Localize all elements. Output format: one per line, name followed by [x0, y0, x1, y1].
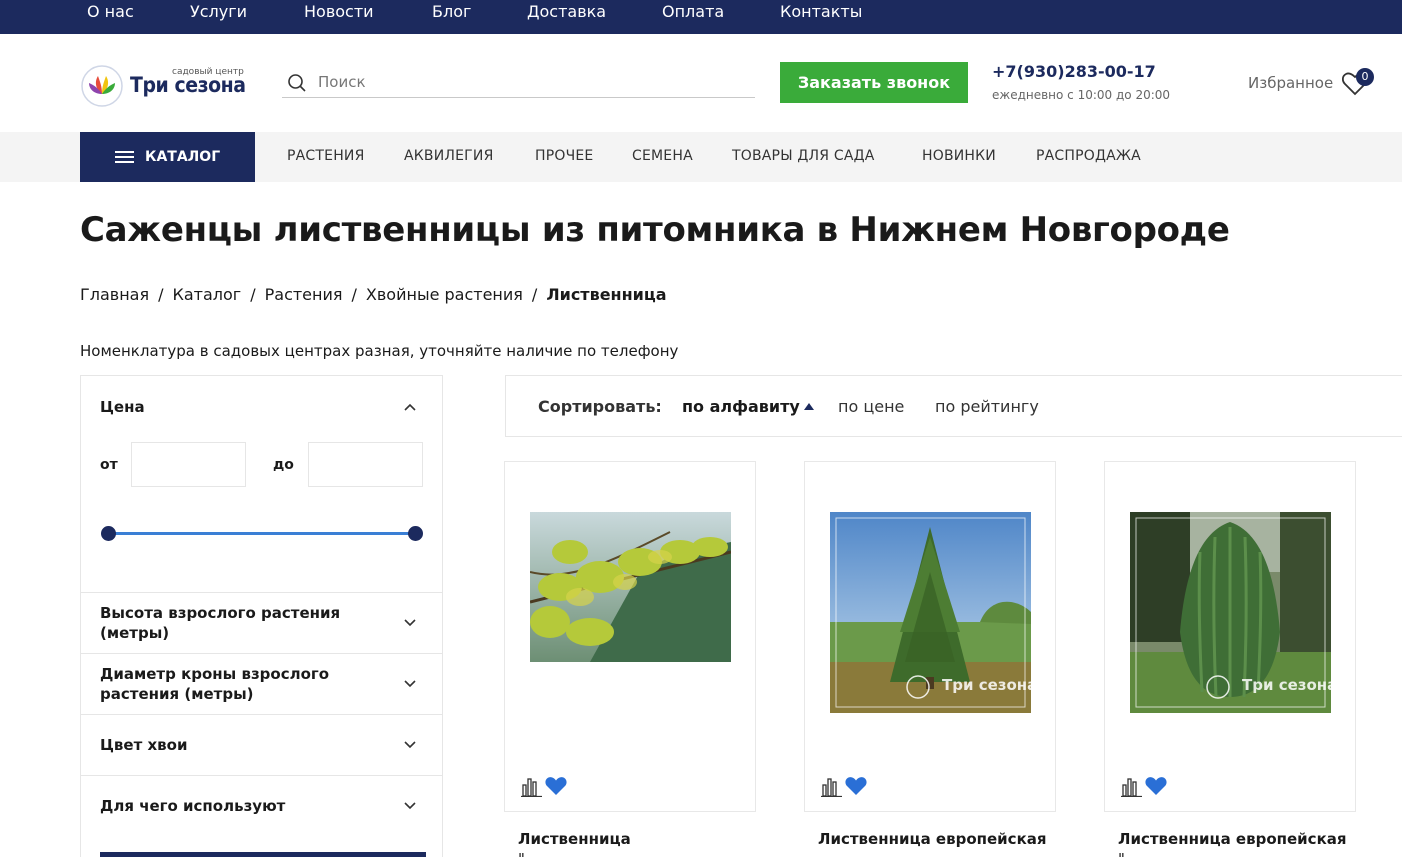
compare-icon[interactable]	[1121, 777, 1143, 797]
search-input[interactable]	[318, 71, 738, 93]
sort-price[interactable]: по цене	[838, 397, 904, 416]
top-nav-payment[interactable]: Оплата	[662, 2, 724, 21]
divider	[81, 592, 442, 593]
sort-asc-icon	[803, 403, 814, 410]
filter-crown-diameter-title[interactable]: Диаметр кроны взрослого растения (метры)	[100, 664, 370, 704]
product-image[interactable]	[530, 512, 731, 662]
compare-icon[interactable]	[521, 777, 543, 797]
chevron-down-icon[interactable]	[403, 676, 417, 690]
top-nav: О нас Услуги Новости Блог Доставка Оплат…	[0, 0, 1402, 34]
sort-rating[interactable]: по рейтингу	[935, 397, 1039, 416]
top-nav-contacts[interactable]: Контакты	[780, 2, 862, 21]
logo-title: Три сезона	[130, 73, 246, 97]
search-box	[282, 67, 755, 98]
filter-price-title[interactable]: Цена	[100, 397, 145, 417]
heart-icon[interactable]	[1145, 776, 1167, 796]
flower-logo-icon	[81, 65, 123, 107]
filters-panel: Цена от до Высота взрослого растения (ме…	[80, 375, 443, 857]
watermark-text: Три сезона	[942, 676, 1031, 694]
price-to-label: до	[273, 457, 294, 473]
product-subtitle: "	[518, 850, 525, 857]
breadcrumb-catalog[interactable]: Каталог	[173, 285, 242, 304]
availability-notice: Номенклатура в садовых центрах разная, у…	[80, 342, 679, 360]
top-nav-news[interactable]: Новости	[304, 2, 374, 21]
divider	[81, 714, 442, 715]
larch-branch-image	[530, 512, 731, 662]
favorites-link[interactable]: Избранное	[1248, 74, 1333, 92]
catalog-label: КАТАЛОГ	[145, 149, 221, 165]
catalog-button[interactable]: КАТАЛОГ	[80, 132, 255, 182]
sort-alphabet[interactable]: по алфавиту	[682, 397, 814, 416]
category-plants[interactable]: РАСТЕНИЯ	[287, 148, 365, 164]
price-slider-max-handle[interactable]	[408, 526, 423, 541]
breadcrumb-conifers[interactable]: Хвойные растения	[366, 285, 523, 304]
page-title: Саженцы лиственницы из питомника в Нижне…	[80, 210, 1230, 250]
favorites-count-badge: 0	[1356, 68, 1374, 86]
heart-icon[interactable]	[545, 776, 567, 796]
category-other[interactable]: ПРОЧЕЕ	[535, 148, 593, 164]
product-subtitle: "	[1118, 850, 1125, 857]
product-card[interactable]: Три сезона	[804, 461, 1056, 812]
product-card[interactable]	[504, 461, 756, 812]
product-name[interactable]: Лиственница европейская	[818, 830, 1047, 848]
price-slider-min-handle[interactable]	[101, 526, 116, 541]
filter-usage-title[interactable]: Для чего используют	[100, 796, 285, 816]
chevron-down-icon[interactable]	[403, 798, 417, 812]
search-icon[interactable]	[287, 73, 307, 93]
price-to-input[interactable]	[308, 442, 423, 487]
chevron-down-icon[interactable]	[403, 615, 417, 629]
divider	[81, 653, 442, 654]
breadcrumb-current: Лиственница	[546, 285, 667, 304]
working-hours: ежедневно с 10:00 до 20:00	[992, 88, 1171, 102]
top-nav-delivery[interactable]: Доставка	[527, 2, 606, 21]
category-new[interactable]: НОВИНКИ	[922, 148, 996, 164]
category-seeds[interactable]: СЕМЕНА	[632, 148, 693, 164]
phone-number[interactable]: +7(930)283-00-17	[992, 62, 1156, 81]
divider	[81, 775, 442, 776]
top-nav-blog[interactable]: Блог	[432, 2, 471, 21]
category-bar: КАТАЛОГ РАСТЕНИЯ АКВИЛЕГИЯ ПРОЧЕЕ СЕМЕНА…	[0, 132, 1402, 182]
breadcrumb-plants[interactable]: Растения	[265, 285, 343, 304]
breadcrumb-home[interactable]: Главная	[80, 285, 149, 304]
product-card[interactable]: Три сезона	[1104, 461, 1356, 812]
price-from-label: от	[100, 457, 118, 473]
logo[interactable]: садовый центр Три сезона	[80, 64, 246, 108]
category-garden-goods[interactable]: ТОВАРЫ ДЛЯ САДА	[732, 148, 875, 164]
apply-filters-button[interactable]	[100, 852, 426, 857]
price-from-input[interactable]	[131, 442, 246, 487]
header: садовый центр Три сезона Заказать звонок…	[0, 34, 1402, 132]
order-call-button[interactable]: Заказать звонок	[780, 62, 968, 103]
breadcrumb: Главная / Каталог / Растения / Хвойные растени…	[80, 285, 667, 304]
product-actions	[821, 776, 871, 798]
watermark-text: Три сезона	[1242, 676, 1331, 694]
menu-icon	[115, 151, 134, 163]
sort-label: Сортировать:	[538, 397, 662, 416]
product-actions	[521, 776, 571, 798]
product-image[interactable]: Три сезона	[1130, 512, 1331, 713]
top-nav-about[interactable]: О нас	[87, 2, 134, 21]
category-aquilegia[interactable]: АКВИЛЕГИЯ	[404, 148, 494, 164]
product-name[interactable]: Лиственница европейская	[1118, 830, 1347, 848]
product-name[interactable]: Лиственница	[518, 830, 631, 848]
category-sale[interactable]: РАСПРОДАЖА	[1036, 148, 1141, 164]
heart-icon[interactable]	[845, 776, 867, 796]
product-image[interactable]: Три сезона	[830, 512, 1031, 713]
compare-icon[interactable]	[821, 777, 843, 797]
sort-bar: Сортировать: по алфавиту по цене по рейт…	[505, 375, 1402, 437]
filter-height-title[interactable]: Высота взрослого растения (метры)	[100, 603, 370, 643]
filter-needle-color-title[interactable]: Цвет хвои	[100, 735, 187, 755]
top-nav-services[interactable]: Услуги	[190, 2, 247, 21]
product-actions	[1121, 776, 1171, 798]
price-slider-track[interactable]	[108, 532, 416, 535]
chevron-up-icon[interactable]	[403, 400, 417, 414]
chevron-down-icon[interactable]	[403, 737, 417, 751]
